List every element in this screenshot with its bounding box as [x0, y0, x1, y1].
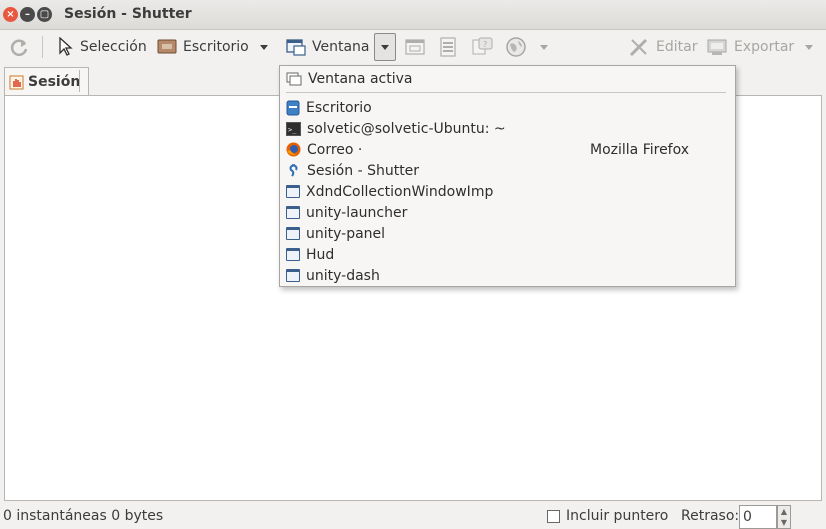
window-icon	[286, 185, 300, 198]
window-title: Sesión - Shutter	[64, 6, 192, 22]
redo-capture-button[interactable]	[8, 30, 30, 64]
chevron-down-icon	[540, 44, 548, 50]
menu-item-terminal[interactable]: >_ solvetic@solvetic-Ubuntu: ~	[286, 118, 726, 139]
stepper-down-icon[interactable]: ▼	[781, 518, 787, 527]
cursor-arrow-icon	[59, 37, 73, 56]
desktop-capture-icon	[157, 39, 177, 54]
edit-tools-icon	[629, 38, 648, 57]
menu-item-unity-launcher[interactable]: unity-launcher	[286, 202, 726, 223]
desktop-button[interactable]: Escritorio	[157, 30, 249, 64]
desktop-dropdown-button[interactable]	[260, 30, 268, 64]
svg-text:?: ?	[483, 40, 487, 49]
toolbar: Selección Escritorio Ventana ? Editar Ex…	[0, 30, 826, 64]
svg-text:>_: >_	[288, 126, 297, 134]
delay-stepper[interactable]: ▲ ▼	[777, 505, 791, 529]
web-dropdown-button[interactable]	[540, 30, 548, 64]
export-dropdown-button[interactable]	[805, 30, 813, 64]
menu-item-xdnd[interactable]: XdndCollectionWindowImp	[286, 181, 726, 202]
edit-button-label: Editar	[656, 39, 698, 55]
selection-button-label: Selección	[80, 39, 147, 55]
menu-separator	[286, 92, 726, 93]
desktop-icon	[286, 100, 300, 115]
terminal-icon: >_	[286, 121, 301, 136]
edit-button[interactable]: Editar	[628, 30, 697, 64]
window-dropdown-menu: Ventana activa Escritorio >_ solvetic@so…	[279, 65, 736, 287]
desktop-button-label: Escritorio	[183, 39, 249, 55]
title-bar: × – ▢ Sesión - Shutter	[0, 0, 826, 30]
firefox-icon	[286, 142, 301, 157]
minimize-window-button[interactable]: –	[20, 7, 35, 22]
include-pointer-checkbox[interactable]	[547, 510, 560, 523]
menu-icon	[440, 37, 456, 57]
toolbar-separator	[42, 36, 43, 58]
shutter-icon	[289, 164, 298, 177]
refresh-icon	[10, 39, 28, 56]
export-button-label: Exportar	[734, 39, 795, 55]
menu-item-firefox[interactable]: Correo · Mozilla Firefox	[286, 139, 726, 160]
tab-session[interactable]: Sesión	[4, 67, 90, 96]
close-window-button[interactable]: ×	[3, 7, 18, 22]
menu-item-active-window[interactable]: Ventana activa	[286, 68, 726, 89]
globe-icon	[506, 37, 526, 57]
chevron-down-icon	[805, 44, 813, 50]
tooltip-capture-button[interactable]: ?	[472, 30, 494, 64]
tab-session-label: Sesión	[28, 74, 81, 90]
chevron-down-icon	[260, 44, 268, 50]
menu-item-unity-panel[interactable]: unity-panel	[286, 223, 726, 244]
delay-input[interactable]	[739, 505, 777, 529]
menu-capture-button[interactable]	[439, 30, 457, 64]
window-button[interactable]: Ventana	[286, 30, 370, 64]
session-hand-icon	[9, 75, 24, 90]
export-icon	[707, 39, 727, 55]
delay-label: Retraso:	[681, 508, 740, 524]
window-icon	[286, 206, 300, 219]
menu-item-hud[interactable]: Hud	[286, 244, 726, 265]
window-icon	[286, 248, 300, 261]
stepper-up-icon[interactable]: ▲	[781, 507, 787, 516]
export-button[interactable]: Exportar	[706, 30, 794, 64]
web-capture-button[interactable]	[505, 30, 527, 64]
menu-item-shutter[interactable]: Sesión - Shutter	[286, 160, 726, 181]
section-capture-button[interactable]	[405, 30, 425, 64]
tab-separator	[79, 70, 80, 92]
chevron-down-icon	[381, 44, 389, 50]
window-active-icon	[286, 72, 302, 85]
window-capture-icon	[286, 39, 306, 56]
include-pointer-label: Incluir puntero	[566, 508, 669, 524]
section-icon	[405, 39, 425, 55]
window-dropdown-button[interactable]	[374, 33, 396, 61]
window-icon	[286, 227, 300, 240]
maximize-window-button[interactable]: ▢	[37, 7, 52, 22]
status-bar: 0 instantáneas 0 bytes Incluir puntero R…	[0, 503, 826, 529]
selection-button[interactable]: Selección	[58, 30, 147, 64]
menu-item-desktop[interactable]: Escritorio	[286, 97, 726, 118]
menu-item-unity-dash[interactable]: unity-dash	[286, 265, 726, 286]
tooltip-icon: ?	[472, 37, 493, 55]
capture-summary: 0 instantáneas 0 bytes	[3, 508, 164, 524]
window-button-label: Ventana	[312, 39, 370, 55]
window-icon	[286, 269, 300, 282]
